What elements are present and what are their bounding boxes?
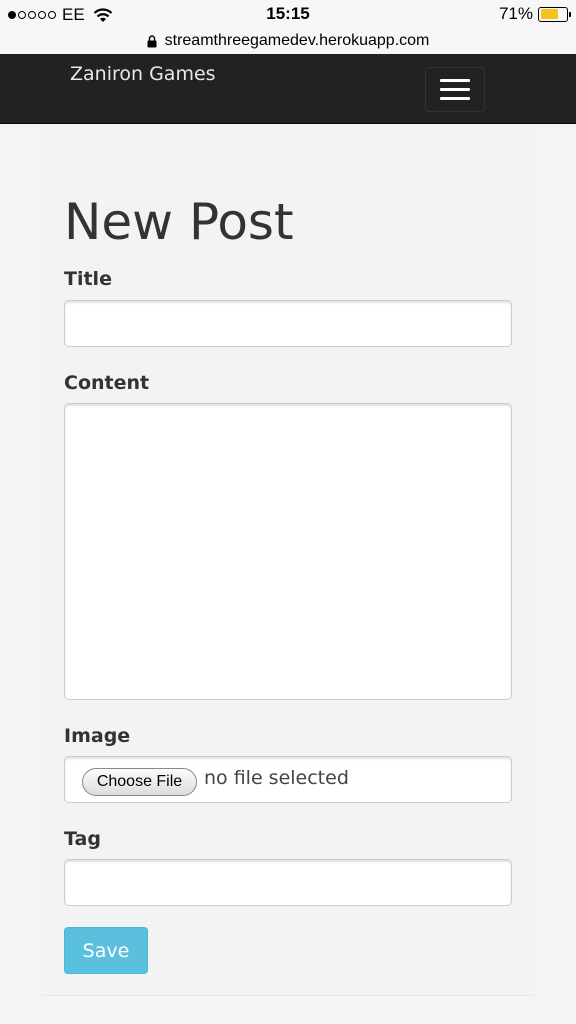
- tag-input[interactable]: [64, 859, 512, 906]
- battery-level: [540, 9, 559, 19]
- tag-label: Tag: [64, 828, 101, 850]
- content-label: Content: [64, 372, 150, 394]
- clock: 15:15: [266, 4, 310, 23]
- lock-icon: [147, 34, 157, 47]
- battery-percent: 71%: [498, 4, 533, 23]
- save-button[interactable]: Save: [64, 927, 148, 974]
- page-title: New Post: [64, 193, 294, 251]
- hamburger-menu-icon-bar: [440, 88, 470, 91]
- navbar-brand[interactable]: Zaniron Games: [70, 63, 216, 85]
- status-right: 71%: [498, 4, 571, 24]
- choose-file-button[interactable]: Choose File: [82, 768, 197, 796]
- hamburger-menu-icon-bar: [440, 97, 470, 100]
- battery-icon: [538, 6, 571, 22]
- content-textarea[interactable]: [64, 403, 512, 700]
- address-bar[interactable]: streamthreegamedev.herokuapp.com: [0, 28, 576, 54]
- image-file-input[interactable]: Choose File no file selected: [64, 756, 512, 803]
- image-label: Image: [64, 725, 131, 747]
- navbar-toggle-button[interactable]: [425, 67, 485, 112]
- title-input[interactable]: [64, 300, 512, 347]
- title-label: Title: [64, 268, 112, 290]
- hamburger-menu-icon: [440, 79, 470, 82]
- no-file-selected-text: no file selected: [204, 767, 349, 789]
- url-text: streamthreegamedev.herokuapp.com: [164, 32, 430, 49]
- status-bar: EE 15:15 71%: [0, 0, 576, 28]
- navbar: Zaniron Games: [0, 54, 576, 124]
